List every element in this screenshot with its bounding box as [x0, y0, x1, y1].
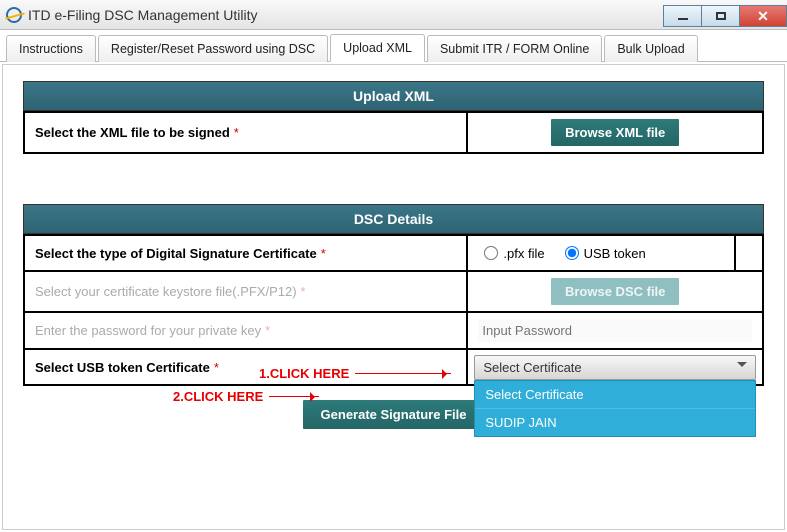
- tab-bulk-upload[interactable]: Bulk Upload: [604, 35, 697, 62]
- window-controls: ✕: [663, 2, 787, 27]
- radio-pfx[interactable]: [484, 246, 498, 260]
- usb-cert-label: Select USB token Certificate: [35, 360, 210, 375]
- upload-xml-table: Select the XML file to be signed * Browse…: [23, 111, 764, 154]
- arrow-icon: [269, 396, 319, 397]
- radio-usb-label[interactable]: USB token: [565, 246, 646, 261]
- tab-upload-xml[interactable]: Upload XML: [330, 34, 425, 62]
- sig-type-radios: .pfx file USB token: [478, 246, 724, 261]
- minimize-button[interactable]: [663, 5, 701, 27]
- browse-dsc-button: Browse DSC file: [551, 278, 679, 305]
- select-xml-label: Select the XML file to be signed: [35, 125, 230, 140]
- browse-xml-button[interactable]: Browse XML file: [551, 119, 679, 146]
- upload-xml-heading: Upload XML: [23, 81, 764, 111]
- arrow-icon: [355, 373, 451, 374]
- annotation-1-text: 1.CLICK HERE: [259, 366, 349, 381]
- certificate-dropdown-list: Select Certificate SUDIP JAIN: [474, 380, 756, 437]
- close-button[interactable]: ✕: [739, 5, 787, 27]
- annotation-2-text: 2.CLICK HERE: [173, 389, 263, 404]
- tab-submit-itr[interactable]: Submit ITR / FORM Online: [427, 35, 602, 62]
- password-input: [478, 319, 752, 342]
- tab-register-reset[interactable]: Register/Reset Password using DSC: [98, 35, 328, 62]
- radio-usb-text: USB token: [584, 246, 646, 261]
- radio-usb[interactable]: [565, 246, 579, 260]
- window-titlebar: ITD e-Filing DSC Management Utility ✕: [0, 0, 787, 30]
- certificate-dropdown[interactable]: Select Certificate Select Certificate SU…: [474, 355, 756, 380]
- required-marker: *: [214, 360, 219, 375]
- required-marker: *: [321, 246, 326, 261]
- tab-instructions[interactable]: Instructions: [6, 35, 96, 62]
- sig-type-label: Select the type of Digital Signature Cer…: [35, 246, 317, 261]
- radio-pfx-label[interactable]: .pfx file: [484, 246, 544, 261]
- annotation-2: 2.CLICK HERE: [173, 389, 319, 404]
- keystore-label: Select your certificate keystore file(.P…: [35, 284, 297, 299]
- client-area: Upload XML Select the XML file to be sig…: [2, 64, 785, 530]
- required-marker: *: [234, 125, 239, 140]
- maximize-button[interactable]: [701, 5, 739, 27]
- required-marker: *: [265, 323, 270, 338]
- dsc-details-heading: DSC Details: [23, 204, 764, 234]
- generate-signature-button[interactable]: Generate Signature File: [303, 400, 485, 429]
- radio-pfx-text: .pfx file: [503, 246, 544, 261]
- tab-strip: Instructions Register/Reset Password usi…: [0, 30, 787, 62]
- certificate-option-user[interactable]: SUDIP JAIN: [475, 409, 755, 436]
- window-title: ITD e-Filing DSC Management Utility: [28, 7, 258, 23]
- ie-icon: [6, 7, 22, 23]
- certificate-option-placeholder[interactable]: Select Certificate: [475, 381, 755, 409]
- password-label: Enter the password for your private key: [35, 323, 261, 338]
- certificate-dropdown-selected[interactable]: Select Certificate: [474, 355, 756, 380]
- required-marker: *: [301, 284, 306, 299]
- dsc-details-table: Select the type of Digital Signature Cer…: [23, 234, 764, 386]
- annotation-1: 1.CLICK HERE: [259, 366, 451, 381]
